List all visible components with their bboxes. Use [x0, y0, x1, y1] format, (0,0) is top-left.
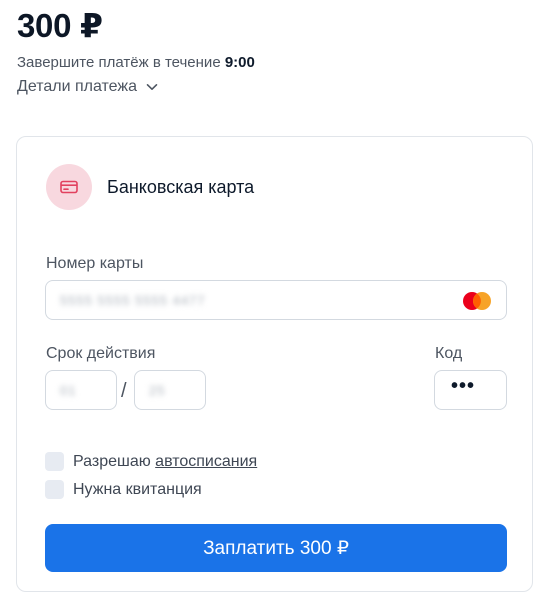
expiry-month-value: 01 — [60, 382, 77, 398]
expiry-label: Срок действия — [46, 345, 156, 362]
payment-card-form: Банковская карта Номер карты 5555 5555 5… — [16, 136, 533, 592]
expiry-separator: / — [121, 380, 127, 402]
card-number-value: 5555 5555 5555 4477 — [60, 292, 206, 308]
expiry-year-value: 25 — [149, 382, 166, 398]
mastercard-icon — [463, 292, 491, 310]
payment-deadline: Завершите платёж в течение 9:00 — [17, 54, 255, 71]
credit-card-icon — [60, 180, 78, 194]
payment-method-badge — [46, 164, 92, 210]
autopay-label: Разрешаю автосписания — [73, 453, 257, 471]
payment-details-toggle[interactable]: Детали платежа — [17, 78, 159, 96]
cvc-label: Код — [435, 345, 463, 362]
chevron-down-icon — [146, 84, 158, 90]
expiry-year-input[interactable]: 25 — [134, 370, 206, 410]
autopay-link[interactable]: автосписания — [155, 453, 257, 470]
cvc-input[interactable]: ••• — [434, 370, 507, 410]
card-number-label: Номер карты — [46, 255, 144, 272]
receipt-checkbox[interactable] — [45, 480, 64, 499]
receipt-label: Нужна квитанция — [73, 480, 202, 498]
payment-method: Банковская карта — [46, 164, 254, 210]
cvc-value: ••• — [451, 375, 476, 397]
receipt-option: Нужна квитанция — [45, 480, 202, 499]
autopay-option: Разрешаю автосписания — [45, 452, 257, 471]
payment-amount: 300 ₽ — [17, 7, 103, 44]
autopay-checkbox[interactable] — [45, 452, 64, 471]
payment-method-label: Банковская карта — [107, 176, 255, 197]
pay-button[interactable]: Заплатить 300 ₽ — [45, 524, 507, 572]
autopay-label-prefix: Разрешаю — [73, 452, 156, 470]
deadline-prefix: Завершите платёж в течение — [17, 54, 225, 71]
deadline-timer: 9:00 — [224, 54, 255, 71]
expiry-month-input[interactable]: 01 — [45, 370, 117, 410]
payment-details-label: Детали платежа — [17, 78, 137, 95]
card-number-input[interactable]: 5555 5555 5555 4477 — [45, 280, 507, 320]
